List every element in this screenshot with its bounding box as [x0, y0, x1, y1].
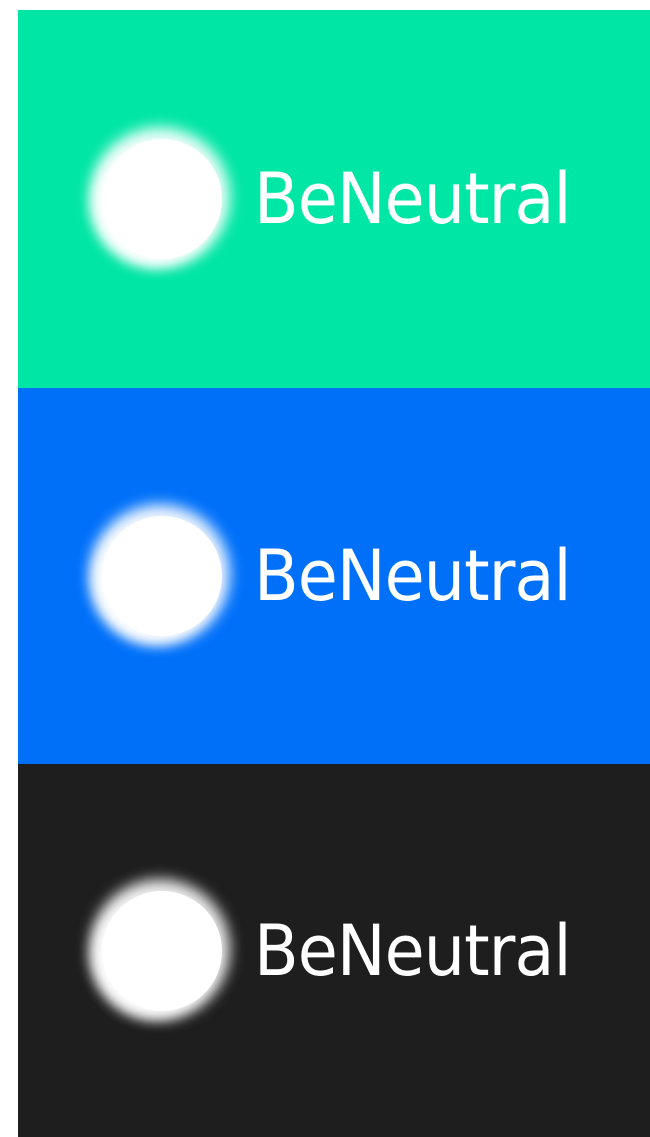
orb-core — [102, 890, 222, 1011]
logo-panel-dark: BeNeutral — [18, 764, 650, 1137]
orb-core — [102, 516, 222, 636]
logo-wordmark: BeNeutral — [254, 535, 572, 617]
beneutral-logo: BeNeutral — [88, 504, 594, 648]
glowing-orb-icon — [88, 504, 232, 648]
logo-panel-green: BeNeutral — [18, 10, 650, 388]
logo-wordmark: BeNeutral — [254, 158, 572, 240]
logo-wordmark: BeNeutral — [254, 909, 572, 992]
logo-panel-blue: BeNeutral — [18, 388, 650, 764]
glowing-orb-icon — [88, 127, 232, 271]
beneutral-logo: BeNeutral — [88, 878, 594, 1023]
orb-core — [102, 139, 222, 259]
glowing-orb-icon — [88, 878, 232, 1023]
beneutral-logo: BeNeutral — [88, 127, 594, 271]
